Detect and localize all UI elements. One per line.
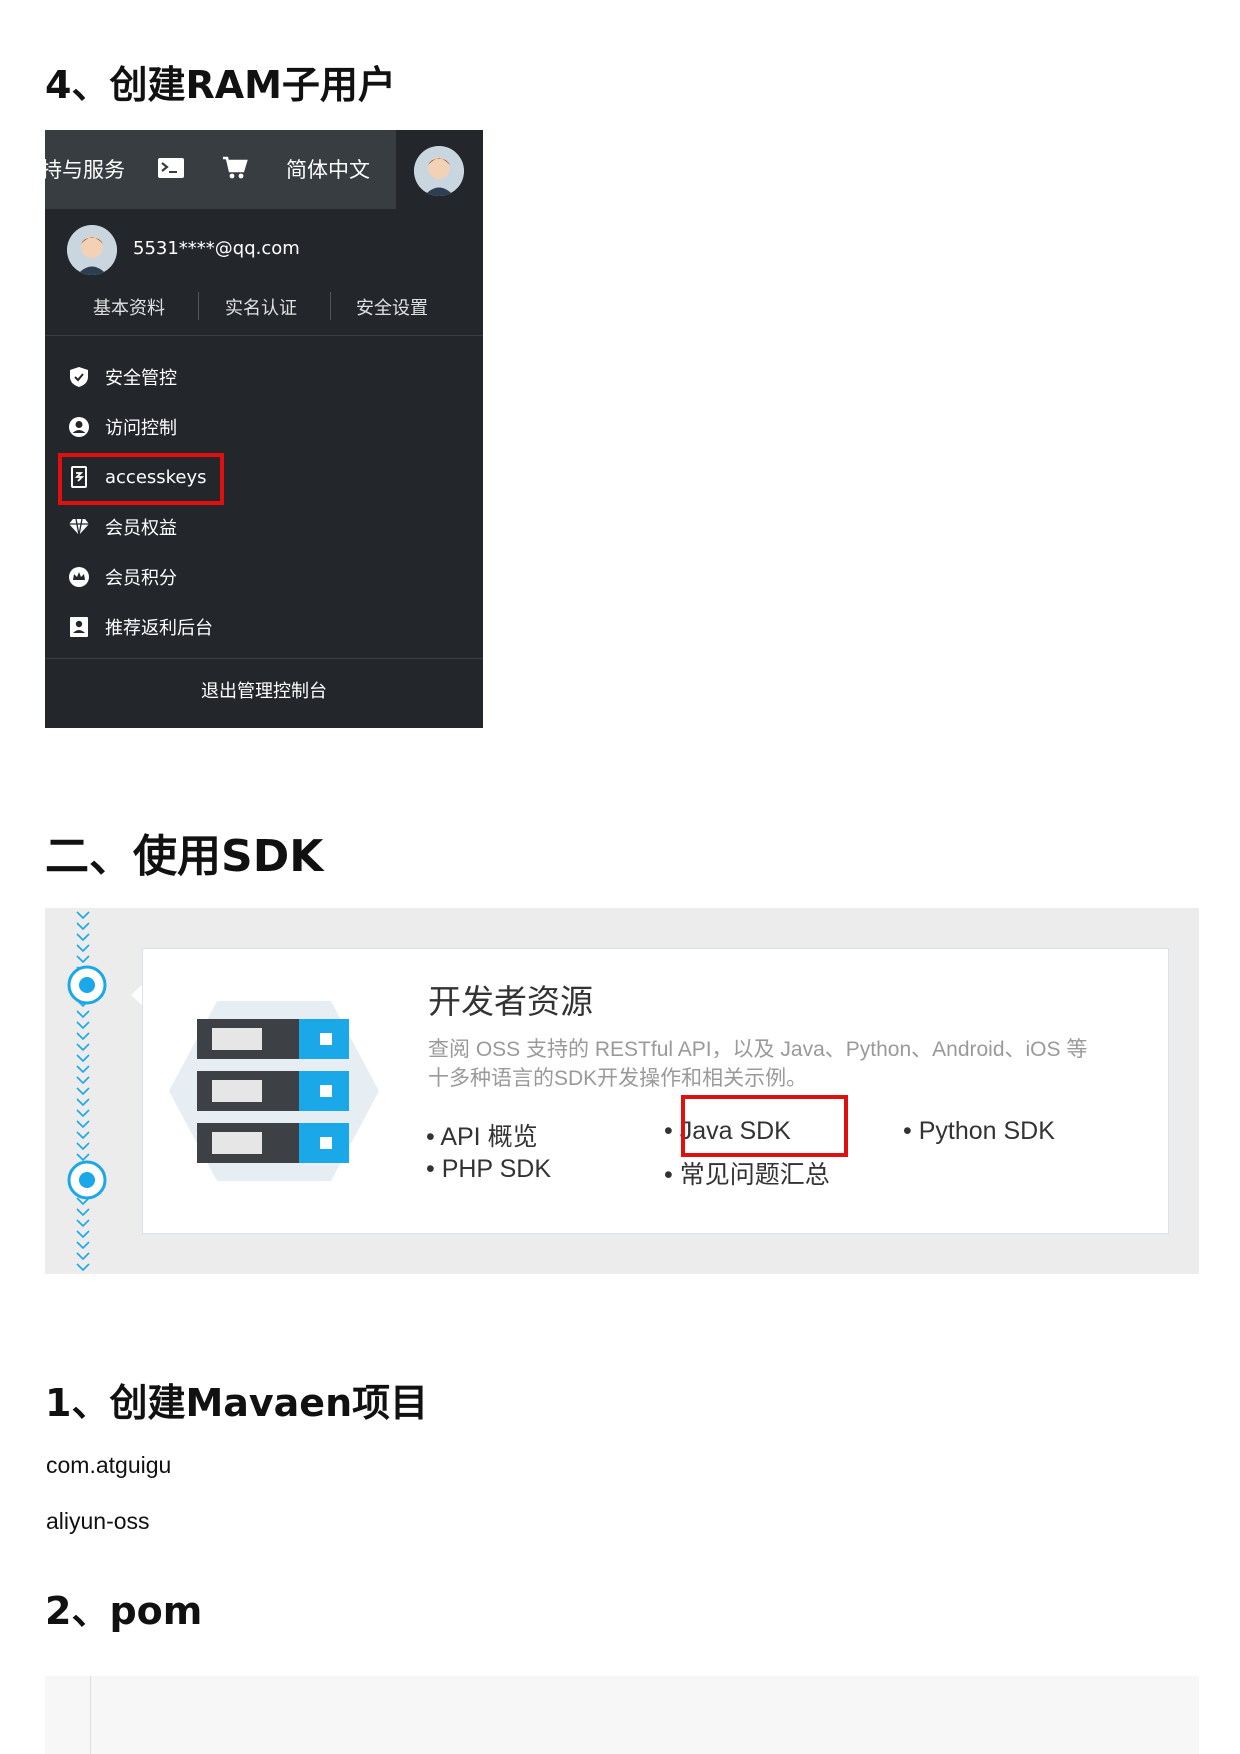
developer-resources-screenshot: 开发者资源 查阅 OSS 支持的 RESTful API，以及 Java、Pyt… [45,908,1199,1274]
tab-real-name[interactable]: 实名认证 [225,294,297,320]
timeline-chevron [76,944,90,953]
timeline-node-active [67,965,107,1005]
timeline-chevron [76,1098,90,1107]
timeline-chevron [76,1241,90,1250]
timeline-chevron [76,955,90,964]
menu-item-label: 推荐返利后台 [105,618,213,639]
timeline-chevron [76,1219,90,1228]
link-api-overview[interactable]: • API 概览 [426,1117,538,1153]
language-switch[interactable]: 简体中文 [286,154,370,184]
timeline-chevron [76,1021,90,1030]
timeline-chevron [76,1131,90,1140]
link-label: 常见问题汇总 [679,1161,830,1189]
menu-item-label: 会员积分 [105,568,177,589]
diamond-icon [67,515,91,539]
dev-resources-description-line1: 查阅 OSS 支持的 RESTful API，以及 Java、Python、An… [428,1038,1088,1061]
timeline-chevron [76,1087,90,1096]
heading-use-sdk: 二、使用SDK [45,831,324,882]
link-php-sdk[interactable]: • PHP SDK [426,1155,551,1184]
timeline-chevron [76,1252,90,1261]
tab-separator [198,292,199,320]
user-avatar [67,225,117,275]
terminal-icon[interactable] [158,158,184,178]
timeline-chevron [76,1054,90,1063]
timeline-chevron [76,922,90,931]
timeline-chevron [76,1263,90,1272]
dev-resources-title: 开发者资源 [428,983,593,1020]
timeline-chevron [76,1032,90,1041]
timeline-chevron [76,1208,90,1217]
link-label: PHP SDK [441,1155,552,1183]
avatar[interactable] [414,146,464,196]
tab-security-settings[interactable]: 安全设置 [356,294,428,320]
menu-item-referral-backend[interactable]: 推荐返利后台 [67,612,367,642]
server-stack-icon [169,1001,379,1181]
logout-console-button[interactable]: 退出管理控制台 [45,677,483,703]
menu-item-label: 访问控制 [105,418,177,439]
menu-item-security-control[interactable]: 安全管控 [67,362,367,392]
highlight-box-java-sdk [681,1095,848,1157]
code-block [45,1676,1199,1754]
timeline-chevron [76,1142,90,1151]
link-label: Python SDK [918,1117,1055,1145]
timeline-chevron [76,1120,90,1129]
menu-item-access-control[interactable]: 访问控制 [67,412,367,442]
timeline-chevron [76,1043,90,1052]
menu-item-member-points[interactable]: 会员积分 [67,562,367,592]
link-python-sdk[interactable]: • Python SDK [903,1117,1055,1146]
user-icon [67,415,91,439]
timeline-chevron [76,933,90,942]
crown-icon [67,565,91,589]
divider [45,335,483,336]
timeline-chevron [76,1065,90,1074]
timeline-chevron [76,1109,90,1118]
timeline-line [73,908,93,1274]
user-email: 5531****@qq.com [133,238,300,259]
shield-icon [67,365,91,389]
timeline-node [67,1160,107,1200]
cart-icon[interactable] [222,156,248,180]
timeline-chevron [76,1010,90,1019]
code-gutter [90,1676,91,1754]
menu-item-label: 安全管控 [105,368,177,389]
link-label: API 概览 [440,1123,538,1151]
timeline-chevron [76,1076,90,1085]
tab-basic-info[interactable]: 基本资料 [93,294,165,320]
dev-resources-description-line2: 十多种语言的SDK开发操作和相关示例。 [428,1067,808,1090]
dev-resources-card: 开发者资源 查阅 OSS 支持的 RESTful API，以及 Java、Pyt… [142,948,1169,1234]
paragraph-group-id: com.atguigu [46,1452,172,1478]
link-faq[interactable]: • 常见问题汇总 [664,1155,830,1191]
tab-separator [330,292,331,320]
menu-item-member-benefits[interactable]: 会员权益 [67,512,367,542]
badge-icon [67,615,91,639]
heading-pom: 2、pom [45,1589,203,1633]
divider [45,658,483,659]
service-menu-label[interactable]: 持与服务 [45,154,125,184]
account-menu-screenshot: 持与服务 简体中文 5531****@qq.com 基本资料 实名认证 安全设置… [45,130,483,728]
paragraph-artifact-id: aliyun-oss [46,1508,150,1534]
heading-create-maven-project: 1、创建Mavaen项目 [45,1381,429,1425]
timeline-chevron [76,1230,90,1239]
highlight-box-accesskeys [58,453,224,505]
timeline-chevron [76,911,90,920]
heading-create-ram-user: 4、创建RAM子用户 [45,63,396,107]
menu-item-label: 会员权益 [105,518,177,539]
